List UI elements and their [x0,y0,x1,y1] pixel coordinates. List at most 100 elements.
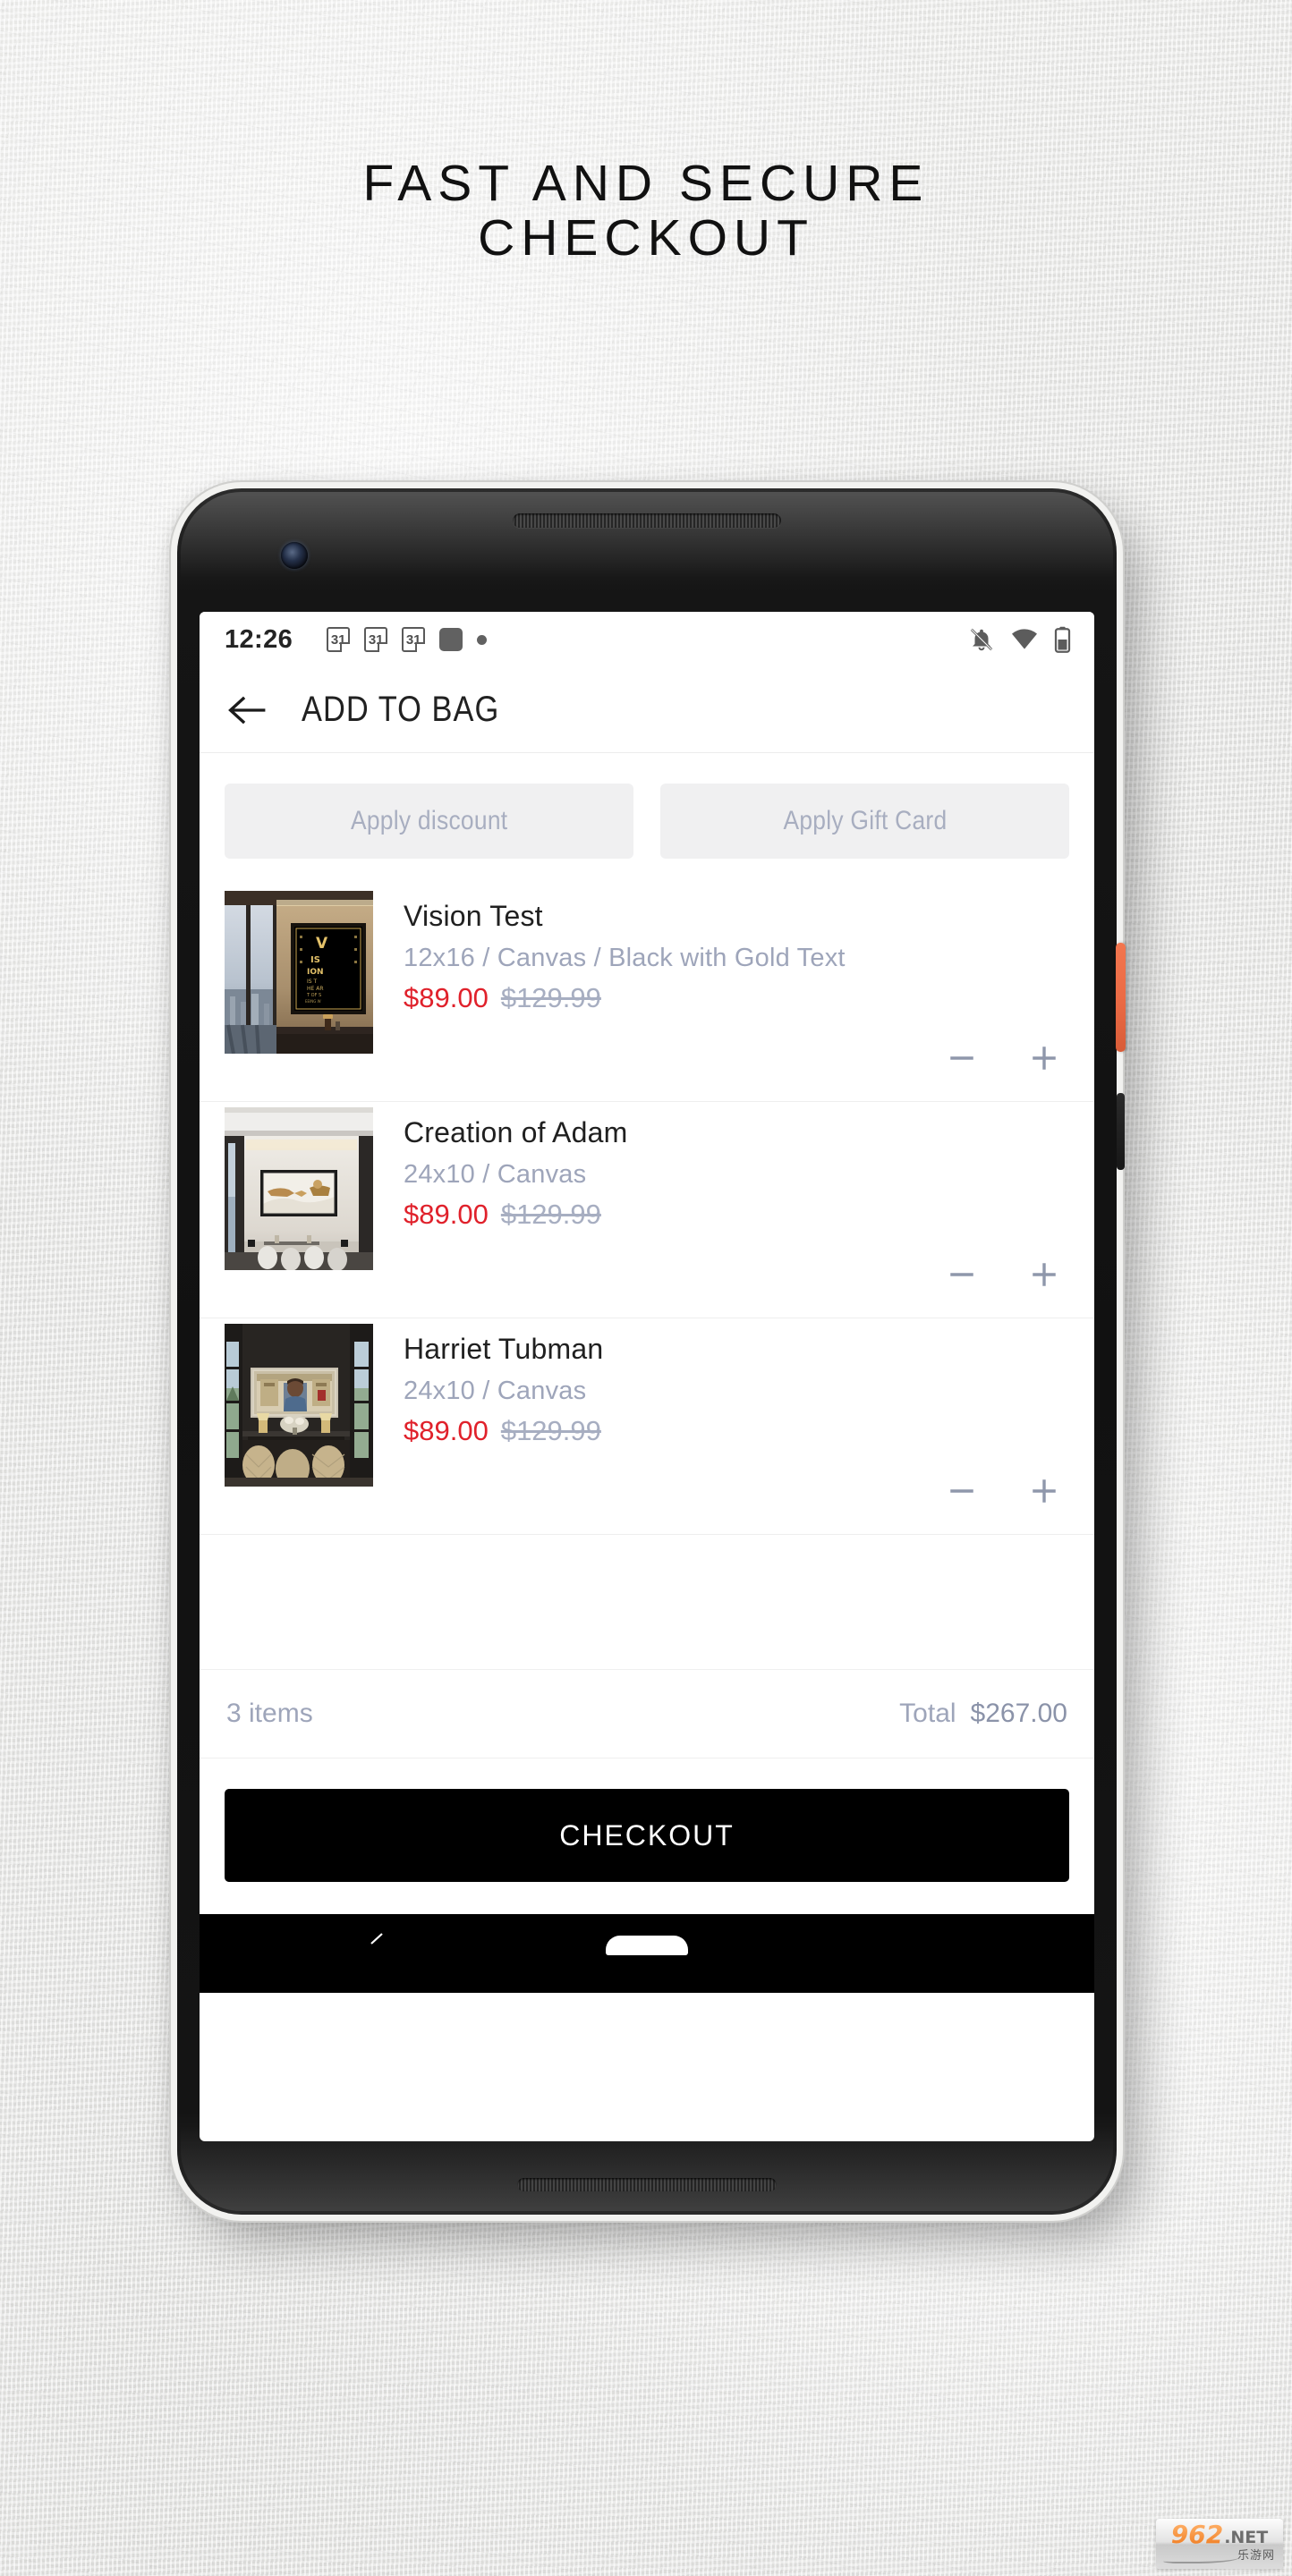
cart-item-variant-text: 24x10 / Canvas [404,1160,587,1189]
battery-icon [1054,626,1071,653]
status-bar-right [968,626,1071,653]
phone-device-mockup: 12:26 31 31 31 ADD TO BAG Apply discount… [177,488,1126,2215]
status-bar: 12:26 31 31 31 [200,612,1094,667]
apply-gift-card-button[interactable]: Apply Gift Card [660,784,1069,859]
nav-back-icon[interactable] [366,1932,386,1955]
calendar-icon: 31 [327,627,351,652]
svg-text:T OF S: T OF S [306,993,321,998]
calendar-icon: 31 [364,627,388,652]
headline-line-1: FAST AND SECURE [362,155,930,212]
svg-text:HE AR: HE AR [307,986,323,992]
calendar-badge-3: 31 [405,631,421,648]
checkout-button[interactable]: CHECKOUT [225,1789,1069,1882]
square-notification-icon [439,628,463,651]
increase-quantity-button[interactable] [1024,1038,1064,1078]
phone-screen: 12:26 31 31 31 ADD TO BAG Apply discount… [200,612,1094,2141]
headline-line-2: CHECKOUT [478,208,814,267]
cart-item[interactable]: V IS ION IS T HE AR T OF S EEING W Visio… [200,886,1094,1102]
item-count-label: 3 items [226,1699,313,1728]
quantity-stepper [942,1255,1064,1294]
cart-item-title: Vision Test [404,900,1069,933]
plus-icon [1033,1046,1056,1070]
earpiece-speaker-grille [513,513,781,528]
cart-list-spacer [200,1535,1094,1669]
nav-home-pill[interactable] [606,1936,688,1955]
checkout-section: CHECKOUT [200,1758,1094,1914]
total-label: Total [899,1699,956,1728]
page-title: ADD TO BAG [302,690,500,729]
watermark-domain: .NET [1224,2528,1269,2547]
cart-item-original-price: $129.99 [500,1199,601,1230]
apply-discount-button[interactable]: Apply discount [225,784,633,859]
cart-item-title-text: Creation of Adam [404,1116,628,1148]
calendar-badge-2: 31 [368,631,384,648]
increase-quantity-button[interactable] [1024,1471,1064,1511]
total-amount: $267.00 [970,1699,1067,1728]
volume-button[interactable] [1117,1093,1125,1170]
cart-item-title: Creation of Adam [404,1116,1069,1149]
apply-discount-label: Apply discount [350,806,508,835]
cart-item[interactable]: Creation of Adam 24x10 / Canvas $89.00 $… [200,1102,1094,1318]
harriet-tubman-artwork-image [225,1324,373,1487]
site-watermark: 962 .NET 乐游网 [1156,2519,1283,2569]
page-headline: FAST AND SECURE CHECKOUT [0,157,1292,266]
cart-item-variant-text: 12x16 / Canvas / Black with Gold Text [404,944,846,972]
vision-test-artwork-image: V IS ION IS T HE AR T OF S EEING W [225,891,373,1054]
cart-item-title-text: Vision Test [404,900,543,932]
quantity-stepper [942,1038,1064,1078]
dot-notification-icon [477,634,488,645]
cart-item-variant: 24x10 / Canvas [404,1160,1069,1190]
minus-icon [950,1273,973,1276]
increase-quantity-button[interactable] [1024,1255,1064,1294]
plus-icon [1033,1263,1056,1286]
decrease-quantity-button[interactable] [942,1038,982,1078]
back-arrow-icon[interactable] [226,689,269,732]
cart-item-list: V IS ION IS T HE AR T OF S EEING W Visio… [200,886,1094,1669]
cart-item-title-text: Harriet Tubman [404,1333,604,1365]
svg-text:IS: IS [310,955,320,965]
svg-text:IS T: IS T [307,979,317,985]
watermark-chinese-text: 乐游网 [1237,2549,1275,2563]
nav-back-glyph [370,1933,383,1945]
svg-text:ION: ION [307,968,324,977]
watermark-brand: 962 [1170,2520,1224,2549]
creation-of-adam-artwork-image [225,1107,373,1270]
plus-icon [1033,1479,1056,1503]
wifi-icon [1012,629,1037,649]
harriet-tubman-artwork-thumbnail[interactable] [225,1324,373,1487]
calendar-badge-1: 31 [330,631,346,648]
cart-item[interactable]: Harriet Tubman 24x10 / Canvas $89.00 $12… [200,1318,1094,1535]
bell-off-icon [970,628,993,651]
creation-of-adam-artwork-thumbnail[interactable] [225,1107,373,1270]
cart-item-variant-text: 24x10 / Canvas [404,1377,587,1405]
vision-test-artwork-thumbnail[interactable]: V IS ION IS T HE AR T OF S EEING W [225,891,373,1054]
arrow-left-icon [228,696,266,724]
android-navigation-bar [200,1914,1094,1993]
promo-code-row: Apply discount Apply Gift Card [200,753,1094,886]
front-camera-icon [281,542,308,569]
minus-icon [950,1056,973,1060]
bottom-speaker-grille [517,2178,777,2191]
cart-item-sale-price: $89.00 [404,1415,489,1446]
cart-item-sale-price: $89.00 [404,1199,489,1230]
decrease-quantity-button[interactable] [942,1255,982,1294]
status-bar-clock: 12:26 [225,624,293,654]
apply-gift-card-label: Apply Gift Card [783,806,947,835]
decrease-quantity-button[interactable] [942,1471,982,1511]
cart-item-original-price: $129.99 [500,1415,601,1446]
app-bar: ADD TO BAG [200,667,1094,753]
total-group: Total $267.00 [899,1699,1067,1729]
cart-item-variant: 24x10 / Canvas [404,1377,1069,1406]
cart-item-price-row: $89.00 $129.99 [404,982,1069,1014]
cart-item-price-row: $89.00 $129.99 [404,1199,1069,1231]
cart-item-title: Harriet Tubman [404,1333,1069,1366]
cart-item-price-row: $89.00 $129.99 [404,1415,1069,1447]
cart-item-original-price: $129.99 [500,982,601,1013]
cart-item-sale-price: $89.00 [404,982,489,1013]
status-bar-left: 12:26 31 31 31 [225,625,968,655]
calendar-icon: 31 [402,627,426,652]
cart-totals-bar: 3 items Total $267.00 [200,1669,1094,1758]
cart-item-variant: 12x16 / Canvas / Black with Gold Text [404,944,1069,973]
svg-text:V: V [316,935,328,953]
power-button[interactable] [1116,943,1126,1052]
